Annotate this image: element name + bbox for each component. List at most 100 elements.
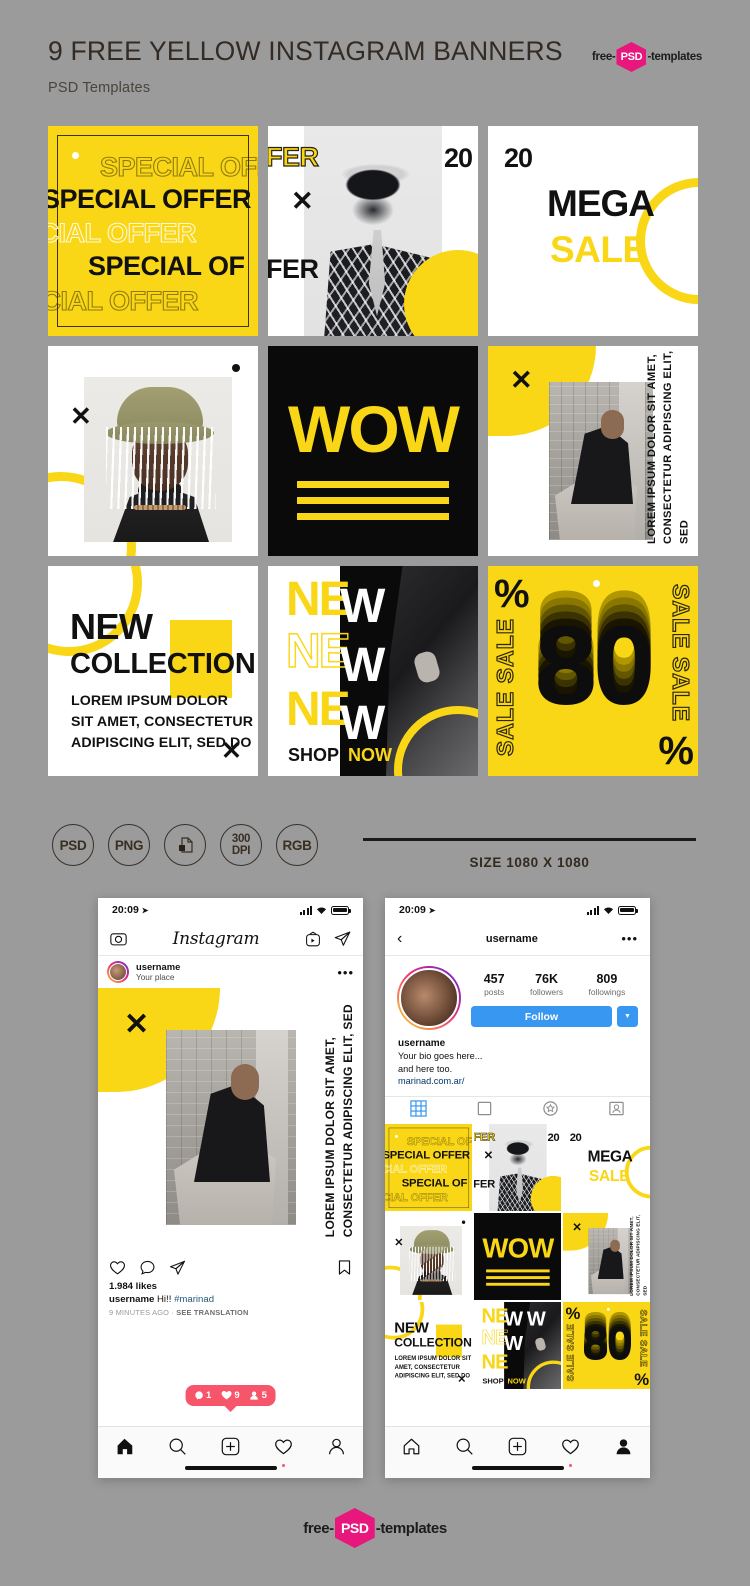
banner-wow[interactable]: WOW (268, 346, 478, 556)
x-icon: ✕ (291, 186, 314, 216)
profile-icon[interactable] (327, 1437, 346, 1461)
banner-sitting-woman[interactable]: ✕ LOREM IPSUM DOLOR SIT AMET, CONSECTETU… (488, 346, 698, 556)
grid-thumb[interactable]: SPECIAL OFFERSPECIAL OFFER ECIAL OFFERSP… (385, 1124, 473, 1212)
divider-rule (363, 838, 696, 841)
status-time: 20:09 ➤ (399, 904, 436, 916)
fer-text-bottom: FER (268, 254, 319, 284)
dot-decoration (232, 364, 240, 372)
notif-comments: 1 (194, 1390, 211, 1401)
banner-hat-woman[interactable]: FER FER ✕ 20 (268, 126, 478, 336)
banner-special-offer[interactable]: SPECIAL OFFER SPECIAL OFFER ECIAL OFFER … (48, 126, 258, 336)
location-icon: ➤ (428, 906, 436, 915)
igtv-icon[interactable] (305, 931, 321, 947)
post-photo (166, 1030, 296, 1225)
grid-thumb[interactable]: ✕ LOREM IPSUM DOLOR SIT AMET, CONSECTETU… (562, 1212, 650, 1301)
chevron-down-icon[interactable]: ▼ (617, 1006, 638, 1027)
grid-thumb[interactable]: WOW (473, 1212, 562, 1301)
profile-more-button[interactable]: ••• (621, 931, 638, 946)
notif-likes-count: 9 (234, 1390, 240, 1401)
post-image[interactable]: ✕ LOREM IPSUM DOLOR SIT AMET, CONSECTETU… (98, 988, 363, 1253)
search-icon[interactable] (455, 1437, 474, 1461)
caption-hashtag[interactable]: #marinad (174, 1294, 214, 1305)
hexagon-icon: PSD (334, 1508, 375, 1548)
now-text: NOW (348, 745, 392, 765)
caption-body: Hi!! (154, 1294, 175, 1305)
grid-thumb[interactable]: ✕ (385, 1212, 473, 1301)
size-label: SIZE 1080 X 1080 (469, 854, 590, 870)
stat-followings[interactable]: 809 followings (589, 972, 626, 997)
sale-vertical-left: SALE SALE (491, 617, 518, 757)
send-icon[interactable] (334, 930, 351, 947)
caption-username[interactable]: username (109, 1294, 154, 1305)
signal-icon (300, 905, 312, 915)
home-icon[interactable] (115, 1437, 134, 1461)
follow-button[interactable]: Follow (471, 1006, 612, 1027)
post-username[interactable]: username (136, 961, 330, 973)
banner-new-collection[interactable]: NEW COLLECTION LOREM IPSUM DOLOR SIT AME… (48, 566, 258, 776)
special-offer-line-4: SPECIAL OF (88, 251, 245, 281)
grid-thumb[interactable]: 20 MEGA SALE (562, 1124, 650, 1212)
badge-dpi-number: 300 (231, 832, 251, 845)
see-translation-link[interactable]: SEE TRANSLATION (176, 1308, 248, 1317)
post-more-button[interactable]: ••• (337, 965, 354, 980)
banner-eighty-percent[interactable]: % SALE SALE SALE SALE 80 % (488, 566, 698, 776)
camera-icon[interactable] (110, 930, 127, 947)
comment-icon[interactable] (139, 1259, 156, 1276)
bio-name: username (398, 1038, 446, 1049)
search-icon[interactable] (168, 1437, 187, 1461)
tagged-icon[interactable] (608, 1100, 625, 1122)
notif-followers: 5 (250, 1390, 267, 1401)
instagram-logo: Instagram (172, 928, 260, 949)
home-indicator (471, 1466, 564, 1470)
percent-top-left: % (494, 572, 530, 616)
banner-mega-sale[interactable]: 20 MEGA SALE (488, 126, 698, 336)
likes-count[interactable]: 1.984 likes (109, 1281, 352, 1292)
special-offer-line-3: ECIAL OFFER (48, 217, 197, 248)
notification-badge[interactable]: 1 9 5 (185, 1385, 276, 1412)
badge-dpi-unit: DPI (231, 845, 251, 857)
share-icon[interactable] (169, 1259, 186, 1276)
heart-icon[interactable] (109, 1259, 126, 1276)
signal-icon (587, 905, 599, 915)
badge-psd-label: PSD (59, 837, 87, 853)
dot-decoration (72, 152, 79, 159)
reels-icon[interactable] (542, 1100, 559, 1122)
heart-icon[interactable] (274, 1437, 293, 1467)
badge-psd: PSD (52, 824, 94, 866)
instagram-top-nav: Instagram (98, 922, 363, 956)
avatar[interactable] (107, 961, 129, 983)
stat-followers[interactable]: 76K followers (530, 972, 563, 997)
bio-link[interactable]: marinad.com.ar/ (398, 1075, 637, 1087)
x-icon: ✕ (221, 737, 242, 765)
brand-logo-left-text: free- (592, 51, 616, 63)
grid-thumb[interactable]: NE NE NE W W W SHOP NOW (473, 1301, 562, 1390)
brand-logo-right-text: -templates (647, 51, 702, 63)
grid-icon[interactable] (409, 1099, 427, 1122)
add-icon[interactable] (221, 1437, 240, 1461)
post-place[interactable]: Your place (136, 973, 330, 982)
profile-icon[interactable] (614, 1437, 633, 1461)
add-icon[interactable] (508, 1437, 527, 1461)
profile-avatar[interactable] (397, 966, 461, 1030)
number-20: 20 (504, 143, 533, 173)
stat-posts[interactable]: 457 posts (484, 972, 505, 997)
home-icon[interactable] (402, 1437, 421, 1461)
profile-title: username (485, 932, 538, 945)
phone-mockup-feed: 20:09 ➤ Instagram username Your place ••… (98, 898, 363, 1478)
banner-bucket-hat[interactable]: ✕ (48, 346, 258, 556)
sale-vertical-right: SALE SALE (667, 583, 694, 723)
profile-header: 457 posts 76K followers 809 followings F… (385, 956, 650, 1030)
bookmark-icon[interactable] (337, 1259, 352, 1276)
heart-icon[interactable] (561, 1437, 580, 1467)
footer-logo-left-text: free- (303, 1519, 334, 1537)
caption-time: 9 MINUTES AGO (109, 1308, 170, 1317)
x-icon: ✕ (510, 365, 533, 395)
banner-new-shop-now[interactable]: NE NE NE W W W SHOP NOW (268, 566, 478, 776)
feed-icon[interactable] (476, 1100, 493, 1122)
stat-followers-number: 76K (535, 972, 558, 986)
grid-thumb[interactable]: NEW COLLECTION LOREM IPSUM DOLOR SIT AMET… (385, 1301, 473, 1390)
badge-rgb: RGB (276, 824, 318, 866)
special-offer-line-1: SPECIAL OFFER (99, 151, 258, 182)
grid-thumb[interactable]: % SALE SALE SALE SALE 80% (562, 1301, 650, 1390)
grid-thumb[interactable]: FER FER ✕ 20 (473, 1124, 562, 1212)
